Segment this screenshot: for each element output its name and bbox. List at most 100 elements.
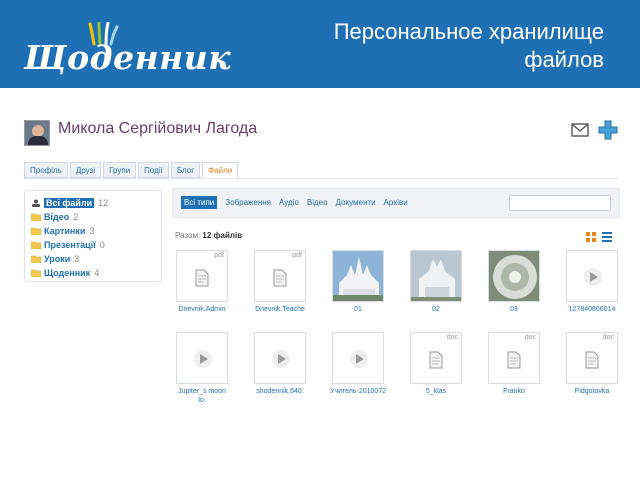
sidebar-item-count: 2 [73, 212, 79, 222]
sidebar-item-diary[interactable]: Щоденник 4 [31, 267, 99, 279]
file-name[interactable]: 03 [486, 305, 542, 314]
avatar[interactable] [24, 120, 50, 146]
file-extension: doc [446, 334, 458, 341]
mail-icon[interactable] [570, 120, 590, 140]
file-thumbnail[interactable]: pdf [254, 250, 306, 302]
file-name[interactable]: Dnevnik.Admin [174, 305, 230, 314]
search-input[interactable] [509, 195, 611, 211]
add-icon[interactable] [598, 120, 618, 140]
file-item[interactable]: pdf Dnevnik.Admin [174, 250, 230, 314]
profile-name[interactable]: Микола Сергійович Лагода [58, 120, 257, 138]
folder-icon [31, 227, 41, 235]
document-icon [195, 269, 209, 287]
file-item[interactable]: shodennik,640. [252, 332, 308, 396]
file-name[interactable]: 5_klas [408, 387, 464, 396]
filter-all-types[interactable]: Всі типи [181, 196, 218, 209]
sidebar-item-lessons[interactable]: Уроки 3 [31, 253, 79, 265]
tab-events[interactable]: Події [138, 162, 169, 178]
file-name[interactable]: Pidgotovka [564, 387, 620, 396]
file-item[interactable]: pdf Dnevnik.Teache [252, 250, 308, 314]
folder-sidebar: Всі файли 12 Відео 2 Картинки 3 Презента… [24, 190, 162, 282]
sidebar-item-count: 3 [89, 226, 95, 236]
logo[interactable]: Щоденник [20, 22, 231, 78]
sidebar-item-video[interactable]: Відео 2 [31, 211, 78, 223]
file-thumbnail[interactable] [332, 332, 384, 384]
sidebar-item-presentations[interactable]: Презентації 0 [31, 239, 105, 251]
play-icon [350, 350, 368, 368]
file-thumbnail[interactable]: doc [410, 332, 462, 384]
file-item[interactable]: 03 [486, 250, 542, 314]
sidebar-item-pictures[interactable]: Картинки 3 [31, 225, 94, 237]
sidebar-item-label: Щоденник [44, 268, 91, 278]
temple-photo [411, 251, 461, 301]
file-item[interactable]: Jupiter_s moon Io. [174, 332, 230, 405]
user-folder-icon [32, 199, 40, 207]
sidebar-item-count: 4 [94, 268, 100, 278]
file-extension: pdf [292, 252, 302, 259]
tab-groups[interactable]: Групи [103, 162, 137, 178]
file-item[interactable]: doc Pidgotovka [564, 332, 620, 396]
filter-images[interactable]: Зображення [225, 198, 271, 207]
file-item[interactable]: 02 [408, 250, 464, 314]
document-icon [273, 269, 287, 287]
file-thumbnail[interactable]: doc [566, 332, 618, 384]
file-item[interactable]: 127840866014 [564, 250, 620, 314]
filter-audio[interactable]: Аудіо [279, 198, 299, 207]
document-icon [507, 351, 521, 369]
tab-blog[interactable]: Блог [170, 162, 201, 178]
file-name[interactable]: Учитель-20100727 [330, 387, 386, 396]
file-thumbnail[interactable] [254, 332, 306, 384]
play-icon [272, 350, 290, 368]
file-item[interactable]: doc 5_klas [408, 332, 464, 396]
tab-friends[interactable]: Друзі [69, 162, 102, 178]
folder-icon [31, 269, 41, 277]
total-value: 12 файлів [202, 231, 243, 240]
filter-archives[interactable]: Архіви [384, 198, 408, 207]
file-item[interactable]: doc Franko [486, 332, 542, 396]
file-thumbnail[interactable] [566, 250, 618, 302]
photo-thumbnail[interactable] [410, 250, 462, 302]
file-extension: doc [602, 334, 614, 341]
photo-thumbnail[interactable] [332, 250, 384, 302]
file-extension: pdf [214, 252, 224, 259]
file-name[interactable]: 127840866014 [564, 305, 620, 314]
filter-video[interactable]: Відео [307, 198, 328, 207]
file-item[interactable]: 01 [330, 250, 386, 314]
tabs-divider [24, 178, 618, 179]
file-name[interactable]: Jupiter_s moon Io. [174, 387, 230, 405]
page-title: Персональное хранилище файлов [333, 19, 604, 72]
photo-thumbnail[interactable] [488, 250, 540, 302]
grid-view-icon[interactable] [586, 232, 596, 242]
file-thumbnail[interactable]: doc [488, 332, 540, 384]
play-icon [194, 350, 212, 368]
sidebar-item-label: Уроки [44, 254, 71, 264]
header-banner: Щоденник Персональное хранилище файлов [0, 0, 640, 88]
sidebar-item-all-files[interactable]: Всі файли 12 [31, 197, 108, 209]
play-icon [584, 268, 602, 286]
folder-icon [31, 241, 41, 249]
document-icon [585, 351, 599, 369]
file-thumbnail[interactable] [176, 332, 228, 384]
file-extension: doc [524, 334, 536, 341]
files-total: Разом: 12 файлів [175, 231, 242, 240]
filter-documents[interactable]: Документи [336, 198, 376, 207]
temple-photo [333, 251, 383, 301]
sidebar-item-count: 0 [99, 240, 105, 250]
file-name[interactable]: Dnevnik.Teache [252, 305, 308, 314]
sidebar-item-label: Картинки [44, 226, 86, 236]
file-item[interactable]: Учитель-20100727 [330, 332, 386, 396]
file-name[interactable]: shodennik,640. [252, 387, 308, 396]
list-view-icon[interactable] [602, 232, 612, 242]
file-name[interactable]: Franko [486, 387, 542, 396]
file-name[interactable]: 02 [408, 305, 464, 314]
folder-icon [31, 255, 41, 263]
sidebar-item-label: Відео [44, 212, 70, 222]
file-name[interactable]: 01 [330, 305, 386, 314]
tab-files[interactable]: Файли [202, 162, 239, 178]
sidebar-item-count: 12 [98, 198, 109, 208]
sidebar-item-label: Презентації [44, 240, 96, 250]
file-thumbnail[interactable]: pdf [176, 250, 228, 302]
sidebar-item-count: 3 [74, 254, 80, 264]
tab-profile[interactable]: Профіль [24, 162, 68, 178]
logo-text: Щоденник [24, 38, 232, 77]
